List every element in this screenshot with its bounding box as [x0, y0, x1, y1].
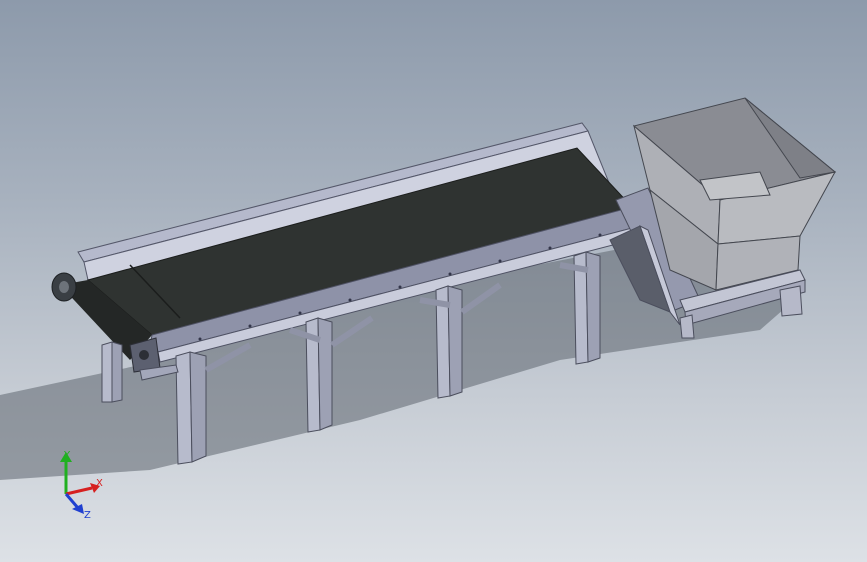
- x-axis-label: X: [96, 478, 103, 489]
- z-axis: [64, 493, 80, 509]
- y-axis-label: Y: [63, 450, 71, 461]
- graphics-viewport[interactable]: Y X Z: [0, 0, 867, 562]
- x-axis: [65, 486, 93, 496]
- z-arrow-icon: [72, 504, 84, 514]
- z-axis-label: Z: [84, 510, 91, 521]
- axis-triad[interactable]: Y X Z: [48, 446, 108, 522]
- head-pulley: [51, 272, 77, 302]
- conveyor-model[interactable]: [0, 0, 867, 562]
